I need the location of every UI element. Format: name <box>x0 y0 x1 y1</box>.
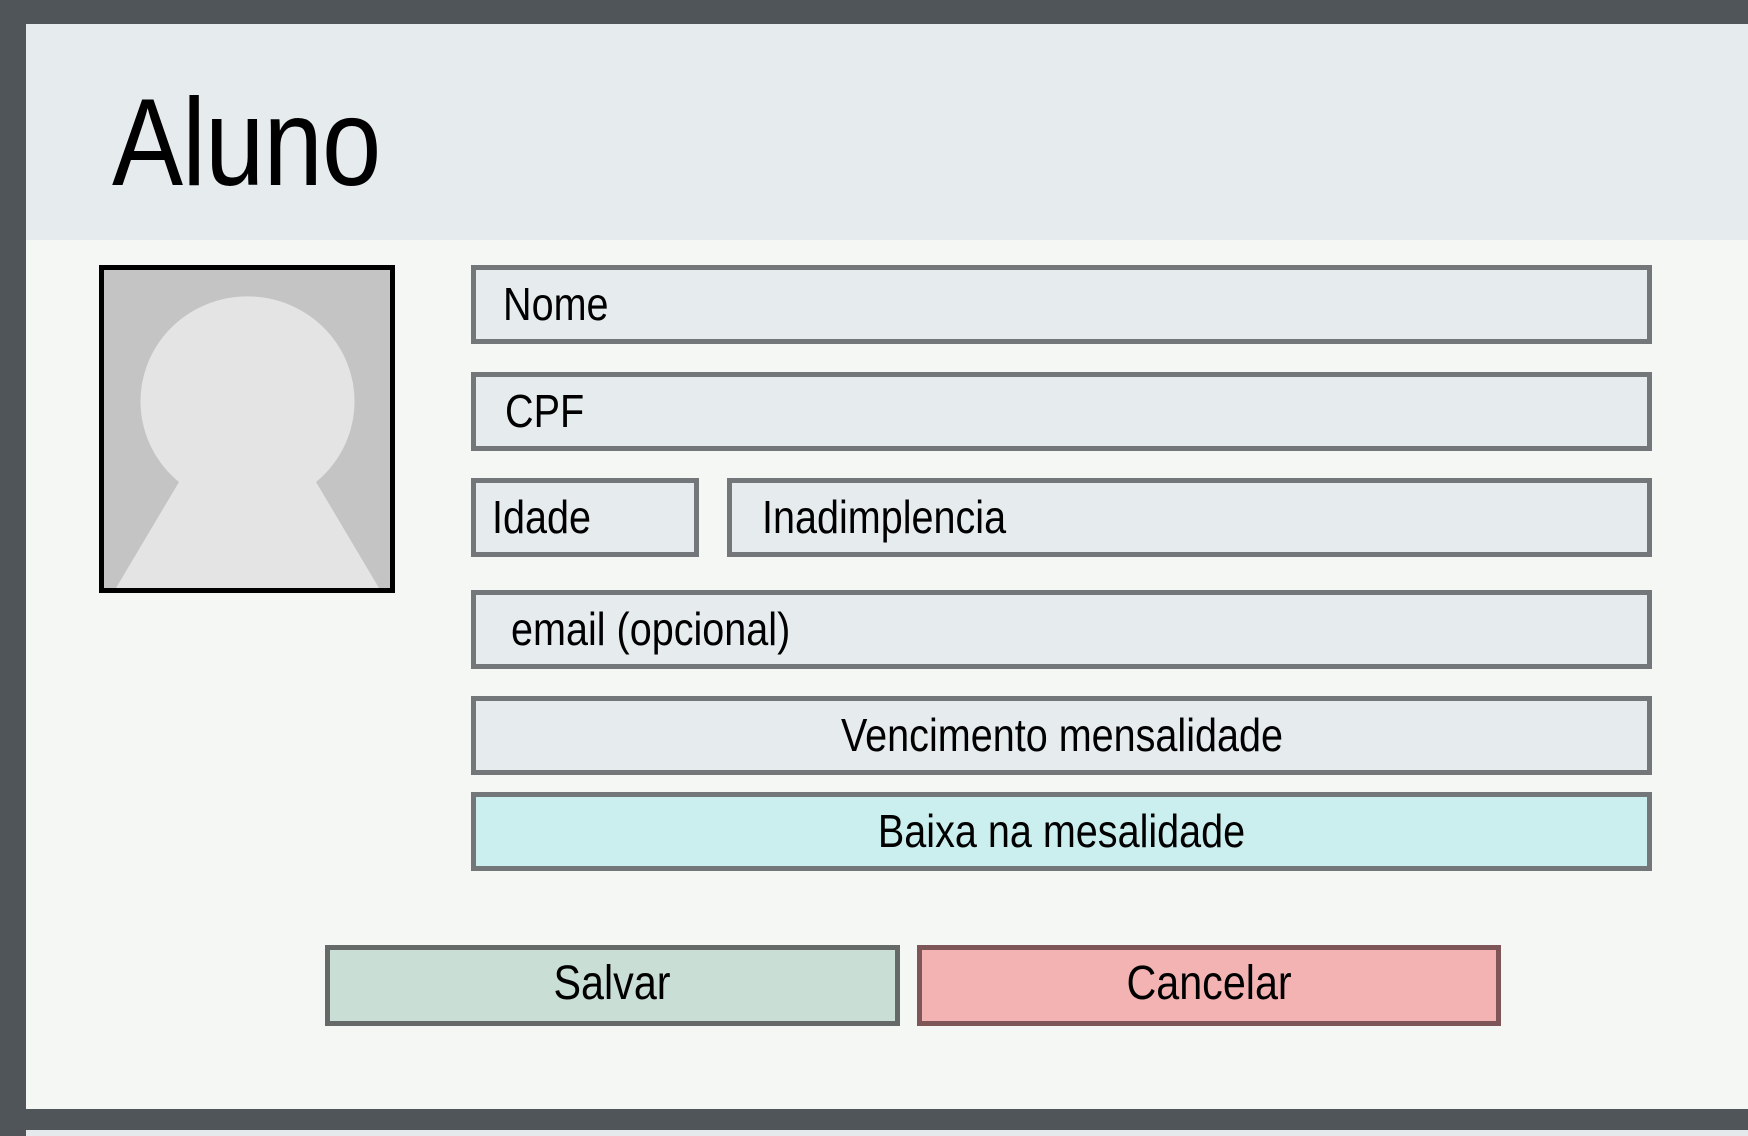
student-photo[interactable] <box>99 265 395 593</box>
cancel-button-label: Cancelar <box>1126 957 1292 1010</box>
payment-field[interactable]: Baixa na mesalidade <box>471 792 1652 871</box>
cpf-field[interactable]: CPF <box>471 372 1652 451</box>
age-field-label: Idade <box>492 491 592 543</box>
cpf-field-label: CPF <box>505 385 585 437</box>
due-date-field[interactable]: Vencimento mensalidade <box>471 696 1652 775</box>
name-field-label: Nome <box>503 278 609 330</box>
age-field[interactable]: Idade <box>471 478 699 557</box>
page-title: Aluno <box>112 74 381 212</box>
name-field[interactable]: Nome <box>471 265 1652 344</box>
save-button[interactable]: Salvar <box>325 945 900 1026</box>
email-field[interactable]: email (opcional) <box>471 590 1652 669</box>
bottom-edge <box>26 1130 1748 1136</box>
save-button-label: Salvar <box>553 957 672 1010</box>
user-placeholder-icon <box>104 270 390 588</box>
due-date-field-label: Vencimento mensalidade <box>840 709 1283 761</box>
cancel-button[interactable]: Cancelar <box>917 945 1501 1026</box>
email-field-label: email (opcional) <box>511 603 791 655</box>
default-field-label: Inadimplencia <box>762 491 1007 543</box>
payment-field-label: Baixa na mesalidade <box>877 805 1246 857</box>
student-form-window: Aluno Nome CPF Idade Inadimplencia email… <box>26 24 1748 1109</box>
page-header: Aluno <box>26 24 1748 240</box>
default-field[interactable]: Inadimplencia <box>727 478 1652 557</box>
